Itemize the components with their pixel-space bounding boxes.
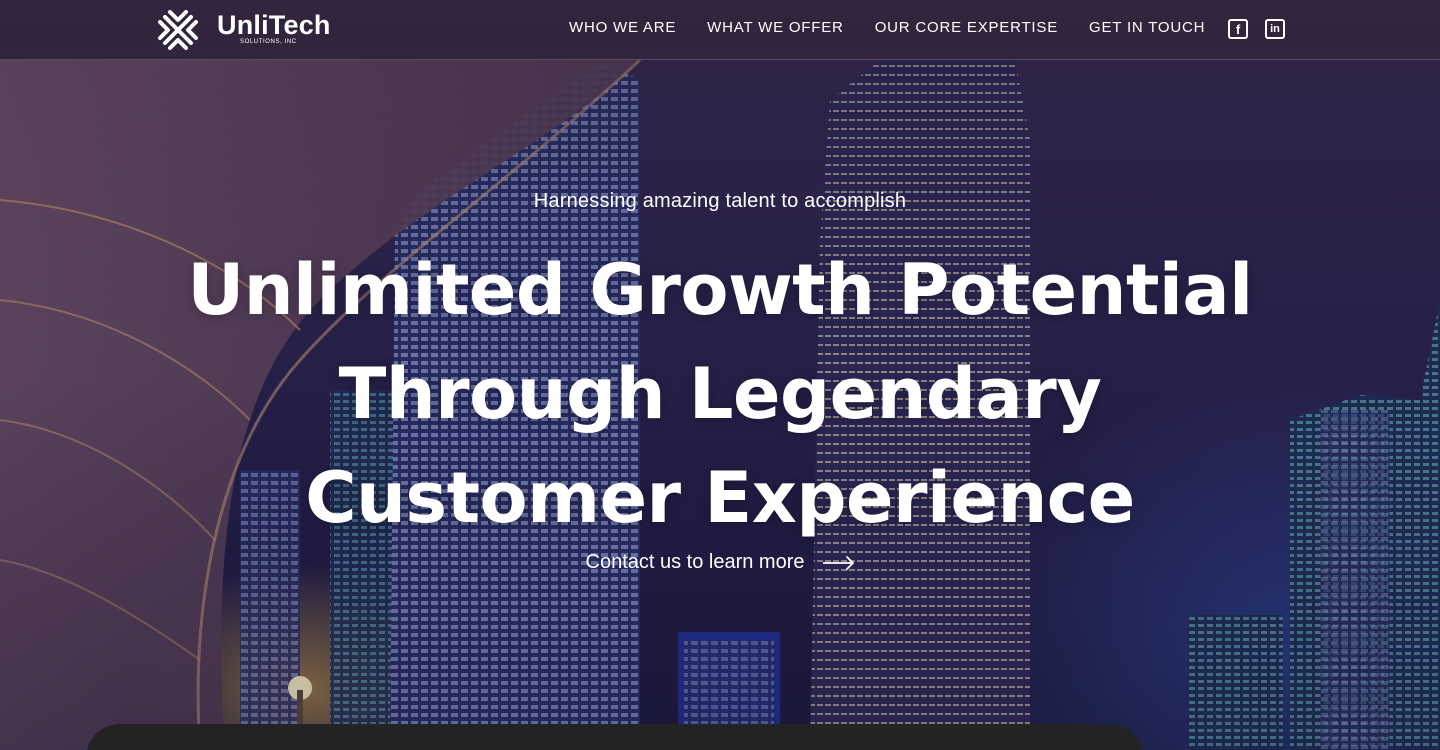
brand-wordmark: UnliTech SOLUTIONS, INC — [217, 8, 337, 52]
knot-logo-icon — [158, 10, 198, 50]
brand-name: UnliTech — [217, 10, 331, 40]
headline-line-2: Through Legendary — [338, 353, 1102, 435]
arrow-right-icon — [822, 555, 854, 570]
main-nav: WHO WE ARE WHAT WE OFFER OUR CORE EXPERT… — [569, 18, 1205, 38]
nav-item-get-in-touch[interactable]: GET IN TOUCH — [1089, 18, 1205, 38]
hero-tagline: Harnessing amazing talent to accomplish — [533, 190, 907, 212]
brand-subtitle: SOLUTIONS, INC — [240, 39, 297, 45]
linkedin-icon[interactable]: in — [1265, 19, 1285, 39]
hero-section: UnliTech SOLUTIONS, INC WHO WE ARE WHAT … — [0, 0, 1440, 750]
contact-cta-link[interactable]: Contact us to learn more — [0, 551, 1440, 574]
linkedin-glyph: in — [1270, 22, 1280, 35]
brand-logo[interactable]: UnliTech SOLUTIONS, INC — [156, 8, 337, 52]
cta-label: Contact us to learn more — [585, 551, 805, 573]
site-header: UnliTech SOLUTIONS, INC WHO WE ARE WHAT … — [0, 0, 1440, 60]
content-panel-top — [86, 724, 1144, 750]
facebook-glyph: f — [1235, 21, 1241, 37]
nav-item-core-expertise[interactable]: OUR CORE EXPERTISE — [875, 18, 1058, 38]
social-links: f in — [1228, 19, 1285, 39]
hero-headline: Unlimited Growth Potential Through Legen… — [100, 238, 1340, 550]
facebook-icon[interactable]: f — [1228, 19, 1248, 39]
headline-line-1: Unlimited Growth Potential — [187, 249, 1253, 331]
headline-line-3: Customer Experience — [305, 457, 1135, 539]
nav-item-who-we-are[interactable]: WHO WE ARE — [569, 18, 676, 38]
nav-item-what-we-offer[interactable]: WHAT WE OFFER — [707, 18, 844, 38]
